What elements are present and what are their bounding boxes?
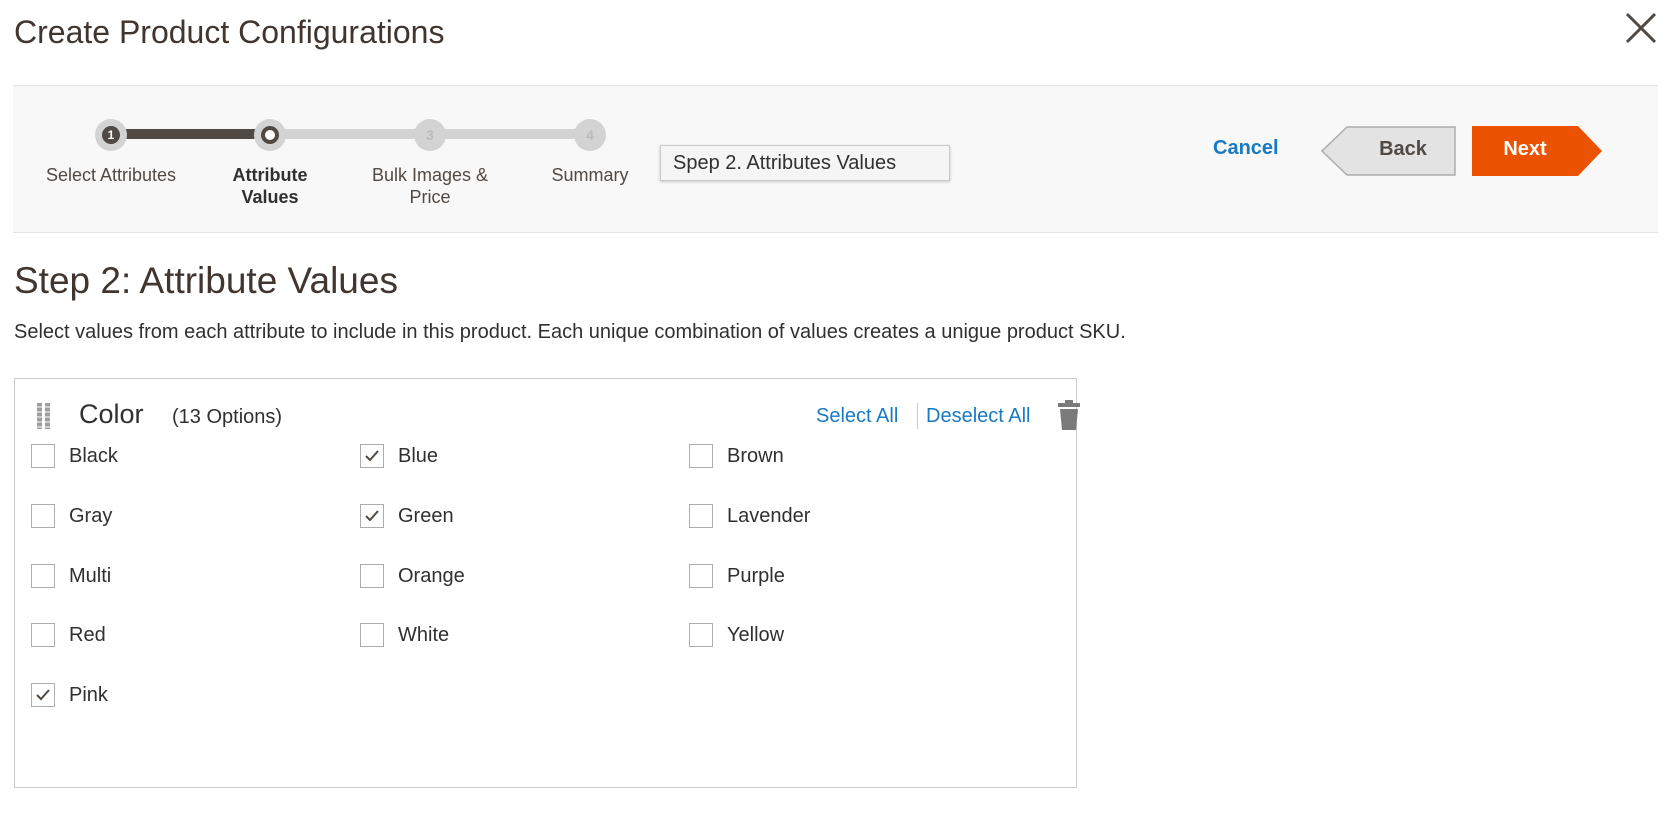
- checkbox[interactable]: [689, 564, 713, 588]
- progress-track-done: [110, 129, 270, 139]
- trash-icon[interactable]: [1058, 400, 1080, 430]
- option-purple[interactable]: Purple: [689, 561, 785, 591]
- option-label: Red: [69, 623, 106, 646]
- option-label: Multi: [69, 564, 112, 587]
- option-lavender[interactable]: Lavender: [689, 501, 810, 531]
- checkbox[interactable]: [689, 504, 713, 528]
- checkmark-icon: [365, 450, 379, 462]
- drag-handle-icon[interactable]: [37, 403, 51, 429]
- option-white[interactable]: White: [360, 620, 449, 650]
- checkbox[interactable]: [360, 444, 384, 468]
- checkbox[interactable]: [360, 564, 384, 588]
- option-label: White: [398, 623, 450, 646]
- option-label: Purple: [727, 564, 785, 587]
- close-icon[interactable]: [1623, 10, 1659, 46]
- option-multi[interactable]: Multi: [31, 561, 111, 591]
- step-4-indicator: 4: [574, 119, 606, 151]
- option-black[interactable]: Black: [31, 441, 118, 471]
- step-description: Select values from each attribute to inc…: [14, 321, 1126, 343]
- step-4-label: Summary: [551, 165, 629, 185]
- step-tooltip: Spep 2. Attributes Values: [660, 145, 950, 181]
- option-label: Yellow: [727, 623, 785, 646]
- wizard-progress-bar: 1 Select Attributes Attribute Values 3 B…: [13, 85, 1658, 233]
- modal-title: Create Product Configurations: [14, 14, 445, 50]
- checkbox[interactable]: [31, 504, 55, 528]
- back-button[interactable]: Back: [1321, 126, 1456, 176]
- checkbox[interactable]: [31, 444, 55, 468]
- checkbox[interactable]: [31, 683, 55, 707]
- step-3-indicator: 3: [414, 119, 446, 151]
- checkbox[interactable]: [31, 564, 55, 588]
- checkbox[interactable]: [689, 623, 713, 647]
- option-label: Lavender: [727, 504, 811, 527]
- option-label: Orange: [398, 564, 465, 587]
- option-yellow[interactable]: Yellow: [689, 620, 784, 650]
- cancel-button[interactable]: Cancel: [1213, 137, 1279, 160]
- link-divider: [917, 403, 918, 429]
- option-blue[interactable]: Blue: [360, 441, 438, 471]
- option-green[interactable]: Green: [360, 501, 454, 531]
- attribute-option-count: (13 Options): [172, 406, 283, 428]
- attribute-panel: Color (13 Options) Select All Deselect A…: [14, 378, 1080, 788]
- step-1-label[interactable]: Select Attributes: [36, 164, 186, 186]
- step-heading: Step 2: Attribute Values: [14, 260, 398, 301]
- option-pink[interactable]: Pink: [31, 680, 108, 710]
- option-gray[interactable]: Gray: [31, 501, 112, 531]
- checkbox[interactable]: [360, 623, 384, 647]
- option-label: Brown: [727, 444, 784, 467]
- option-red[interactable]: Red: [31, 620, 106, 650]
- option-label: Green: [398, 504, 454, 527]
- option-label: Blue: [398, 444, 439, 467]
- option-label: Pink: [69, 683, 108, 706]
- option-orange[interactable]: Orange: [360, 561, 465, 591]
- checkbox[interactable]: [360, 504, 384, 528]
- checkbox[interactable]: [31, 623, 55, 647]
- select-all-link[interactable]: Select All: [816, 405, 898, 428]
- option-label: Black: [69, 444, 118, 467]
- attribute-name: Color: [79, 399, 144, 429]
- checkmark-icon: [365, 510, 379, 522]
- next-button[interactable]: Next: [1472, 126, 1602, 176]
- step-1-indicator[interactable]: 1: [95, 119, 127, 151]
- checkbox[interactable]: [689, 444, 713, 468]
- next-button-label: Next: [1503, 138, 1547, 160]
- step-3-label: Bulk Images & Price: [371, 165, 489, 207]
- option-label: Gray: [69, 504, 113, 527]
- checkmark-icon: [36, 689, 50, 701]
- option-brown[interactable]: Brown: [689, 441, 784, 471]
- step-2-label: Attribute Values: [232, 165, 308, 207]
- back-button-label: Back: [1379, 138, 1427, 160]
- deselect-all-link[interactable]: Deselect All: [926, 405, 1031, 428]
- step-2-indicator: [254, 119, 286, 151]
